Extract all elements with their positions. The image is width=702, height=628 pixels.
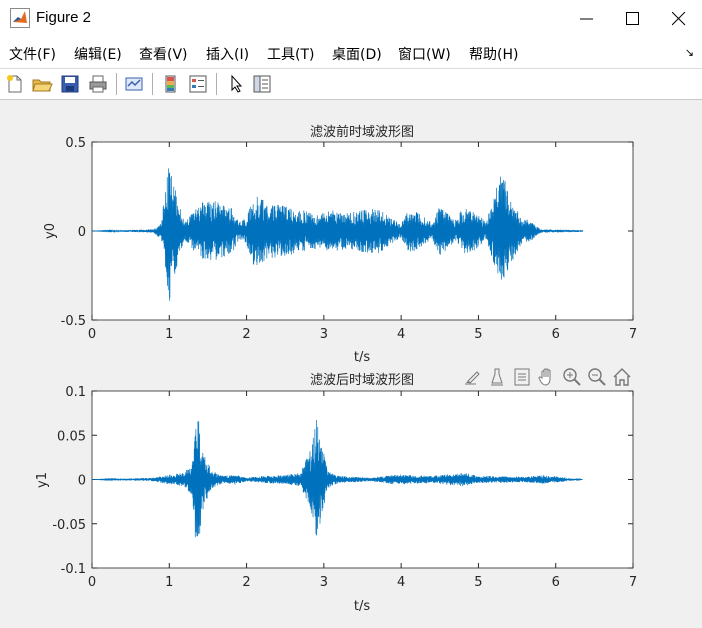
minimize-button[interactable] xyxy=(564,0,610,38)
axes-bottom-ticks: 0 1 2 3 4 5 6 7 0.1 0.05 0 -0.05 -0.1 xyxy=(52,385,637,590)
new-file-icon[interactable] xyxy=(4,73,26,95)
x-tick-label: 4 xyxy=(397,575,405,590)
brush-icon[interactable] xyxy=(462,366,484,388)
axes-bottom-xlabel: t/s xyxy=(354,599,370,614)
maximize-button[interactable] xyxy=(610,0,656,38)
save-icon[interactable] xyxy=(59,73,81,95)
x-tick-label: 7 xyxy=(629,327,637,342)
axes-bottom-ylabel: y1 xyxy=(35,472,50,488)
figure-window: Figure 2 文件(F) 编辑(E) 查看(V) 插入(I) 工具(T) 桌… xyxy=(0,0,702,628)
x-tick-label: 7 xyxy=(629,575,637,590)
axes-bottom-title: 滤波后时域波形图 xyxy=(310,373,414,388)
insert-colorbar-icon[interactable] xyxy=(160,73,182,95)
menu-desktop[interactable]: 桌面(D) xyxy=(332,44,382,64)
x-tick-label: 5 xyxy=(474,575,482,590)
matlab-icon xyxy=(10,8,30,28)
pointer-icon[interactable] xyxy=(225,73,247,95)
menu-file[interactable]: 文件(F) xyxy=(9,44,56,64)
open-folder-icon[interactable] xyxy=(31,73,53,95)
insert-legend-icon[interactable] xyxy=(187,73,209,95)
axes-bottom-background xyxy=(91,390,634,569)
title-bar: Figure 2 xyxy=(0,0,702,38)
toolbar-separator xyxy=(116,73,117,95)
y-tick-label: -0.05 xyxy=(52,518,86,533)
y-tick-label: 0 xyxy=(78,225,86,240)
axes-toolbar xyxy=(462,366,634,388)
x-tick-label: 1 xyxy=(165,327,173,342)
x-tick-label: 1 xyxy=(165,575,173,590)
series-y1 xyxy=(92,420,583,538)
y-tick-label: 0.5 xyxy=(65,136,86,151)
y-tick-label: -0.1 xyxy=(61,562,86,577)
link-plot-icon[interactable] xyxy=(123,73,145,95)
menu-edit[interactable]: 编辑(E) xyxy=(74,44,122,64)
x-tick-label: 5 xyxy=(474,327,482,342)
toolbar-separator xyxy=(152,73,153,95)
x-tick-label: 0 xyxy=(88,327,96,342)
x-tick-label: 2 xyxy=(242,327,250,342)
figure-toolbar xyxy=(0,69,702,100)
axes-bottom[interactable]: 滤波后时域波形图 t/s y1 0 1 2 3 4 5 6 7 0.1 0.05 0 -0.05 -0.… xyxy=(35,373,637,614)
menu-bar: 文件(F) 编辑(E) 查看(V) 插入(I) 工具(T) 桌面(D) 窗口(W… xyxy=(0,38,702,69)
window-title: Figure 2 xyxy=(36,9,92,26)
series-y0 xyxy=(92,168,584,301)
y-tick-label: 0.05 xyxy=(57,429,86,444)
zoom-out-icon[interactable] xyxy=(586,366,608,388)
x-tick-label: 3 xyxy=(320,327,328,342)
close-button[interactable] xyxy=(656,0,702,38)
minimize-icon xyxy=(580,18,593,20)
close-icon xyxy=(672,12,686,26)
property-inspector-icon[interactable] xyxy=(251,73,273,95)
menu-insert[interactable]: 插入(I) xyxy=(206,44,249,64)
maximize-icon xyxy=(626,12,639,25)
x-tick-label: 6 xyxy=(552,327,560,342)
menu-window[interactable]: 窗口(W) xyxy=(398,44,451,64)
x-tick-label: 2 xyxy=(242,575,250,590)
x-tick-label: 4 xyxy=(397,327,405,342)
x-tick-label: 0 xyxy=(88,575,96,590)
menu-tools[interactable]: 工具(T) xyxy=(267,44,314,64)
dock-arrow-icon[interactable]: ↘ xyxy=(685,46,694,59)
axes-top-background xyxy=(91,141,634,321)
x-tick-label: 6 xyxy=(552,575,560,590)
pan-icon[interactable] xyxy=(536,366,558,388)
axes-top-title: 滤波前时域波形图 xyxy=(310,124,414,140)
y-tick-label: -0.5 xyxy=(61,314,86,329)
y-tick-label: 0 xyxy=(78,474,86,489)
axes-top-ticks: 0 1 2 3 4 5 6 70.50-0.5 xyxy=(61,136,638,342)
y-tick-label: 0.1 xyxy=(65,385,86,400)
menu-help[interactable]: 帮助(H) xyxy=(469,44,518,64)
data-tips-icon[interactable] xyxy=(486,366,508,388)
rotate-icon[interactable] xyxy=(511,366,533,388)
menu-view[interactable]: 查看(V) xyxy=(139,44,188,64)
axes-top[interactable]: 滤波前时域波形图 t/s y0 0 1 2 3 4 5 6 70.50-0.5 xyxy=(43,124,637,365)
toolbar-separator xyxy=(216,73,217,95)
axes-top-xlabel: t/s xyxy=(354,350,370,365)
zoom-in-icon[interactable] xyxy=(561,366,583,388)
home-icon[interactable] xyxy=(611,366,633,388)
axes-top-ylabel: y0 xyxy=(43,223,58,239)
x-tick-label: 3 xyxy=(320,575,328,590)
print-icon[interactable] xyxy=(87,73,109,95)
